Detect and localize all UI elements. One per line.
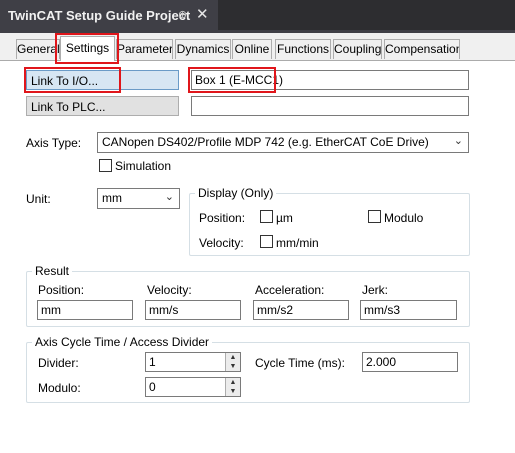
spin-up-icon[interactable]: ▲ xyxy=(225,353,240,362)
chevron-down-icon: ⌄ xyxy=(453,135,463,147)
cycle-time-label: Cycle Time (ms): xyxy=(255,356,345,370)
modulo-value: 0 xyxy=(149,380,156,394)
display-um-checkbox[interactable] xyxy=(260,210,273,223)
tab-coupling[interactable]: Coupling xyxy=(333,39,382,59)
result-position-label: Position: xyxy=(38,283,85,297)
axis-type-value: CANopen DS402/Profile MDP 742 (e.g. Ethe… xyxy=(102,135,429,149)
simulation-label: Simulation xyxy=(115,159,172,173)
spin-down-icon[interactable]: ▼ xyxy=(225,387,240,396)
unit-select[interactable]: mm ⌄ xyxy=(97,188,180,209)
display-velocity-label: Velocity: xyxy=(199,236,244,250)
tab-settings[interactable]: Settings xyxy=(60,36,115,61)
result-jerk-field[interactable]: mm/s3 xyxy=(360,300,457,320)
link-to-io-button[interactable]: Link To I/O... xyxy=(26,70,179,90)
tab-functions[interactable]: Functions xyxy=(275,39,331,59)
cycle-time-field[interactable]: 2.000 xyxy=(362,352,458,372)
display-um-label: µm xyxy=(276,211,293,225)
result-acceleration-label: Acceleration: xyxy=(255,283,325,297)
tab-dynamics[interactable]: Dynamics xyxy=(175,39,231,59)
axis-type-label: Axis Type: xyxy=(26,136,82,150)
axis-type-select[interactable]: CANopen DS402/Profile MDP 742 (e.g. Ethe… xyxy=(97,132,469,153)
unit-value: mm xyxy=(102,191,122,205)
result-jerk-label: Jerk: xyxy=(362,283,389,297)
modulo-label: Modulo: xyxy=(38,381,81,395)
result-velocity-field[interactable]: mm/s xyxy=(145,300,241,320)
unit-label: Unit: xyxy=(26,192,51,206)
divider-label: Divider: xyxy=(38,356,79,370)
modulo-spinner[interactable]: 0 ▲ ▼ xyxy=(145,377,241,397)
link-plc-field[interactable] xyxy=(191,96,469,116)
spin-down-icon[interactable]: ▼ xyxy=(225,362,240,371)
divider-value: 1 xyxy=(149,355,156,369)
result-group-title: Result xyxy=(32,264,73,278)
pin-icon[interactable]: ⊕ xyxy=(178,8,187,21)
display-position-label: Position: xyxy=(199,211,246,225)
result-position-field[interactable]: mm xyxy=(37,300,133,320)
tab-compensation[interactable]: Compensation xyxy=(384,39,460,59)
cycle-group-title: Axis Cycle Time / Access Divider xyxy=(32,335,213,349)
close-icon[interactable]: ✕ xyxy=(196,5,209,23)
result-velocity-label: Velocity: xyxy=(147,283,192,297)
link-io-field[interactable]: Box 1 (E-MCC1) xyxy=(191,70,469,90)
result-acceleration-field[interactable]: mm/s2 xyxy=(253,300,349,320)
display-mm-min-checkbox[interactable] xyxy=(260,235,273,248)
display-group-title: Display (Only) xyxy=(195,186,277,200)
link-to-plc-button[interactable]: Link To PLC... xyxy=(26,96,179,116)
simulation-checkbox[interactable] xyxy=(99,159,112,172)
display-modulo-checkbox[interactable] xyxy=(368,210,381,223)
window-title: TwinCAT Setup Guide Project xyxy=(8,8,191,23)
display-mm-min-label: mm/min xyxy=(276,236,319,250)
tab-parameter[interactable]: Parameter xyxy=(116,39,173,59)
tab-general[interactable]: General xyxy=(16,39,60,59)
spin-up-icon[interactable]: ▲ xyxy=(225,378,240,387)
tab-online[interactable]: Online xyxy=(232,39,272,59)
display-modulo-label: Modulo xyxy=(384,211,424,225)
divider-spinner[interactable]: 1 ▲ ▼ xyxy=(145,352,241,372)
chevron-down-icon: ⌄ xyxy=(164,191,174,203)
